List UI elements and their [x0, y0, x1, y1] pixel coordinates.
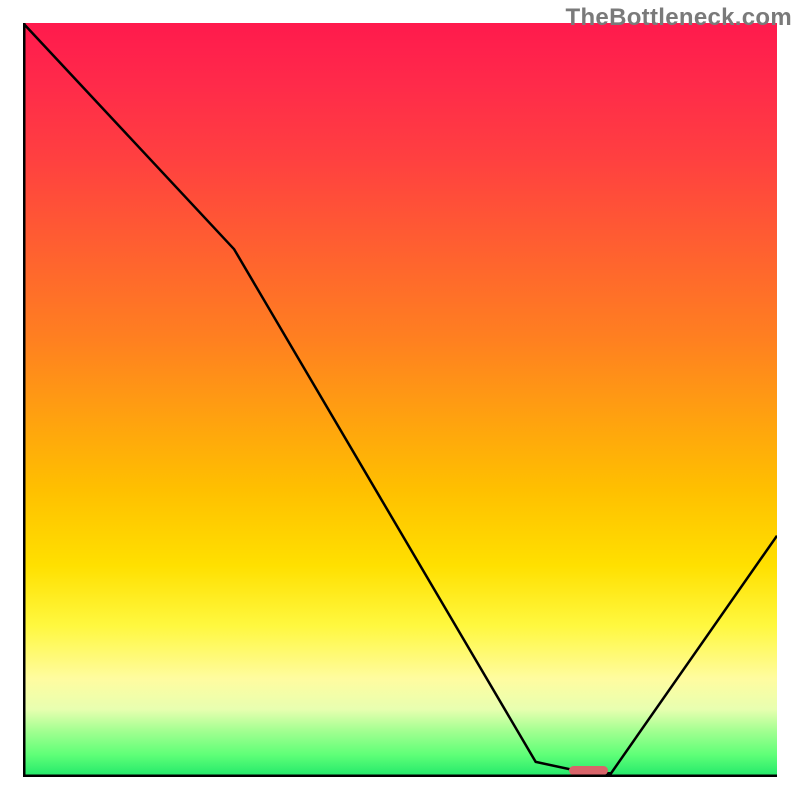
plot-area [23, 23, 777, 777]
axes [23, 23, 777, 777]
chart-container: TheBottleneck.com [0, 0, 800, 800]
watermark-text: TheBottleneck.com [566, 4, 792, 32]
